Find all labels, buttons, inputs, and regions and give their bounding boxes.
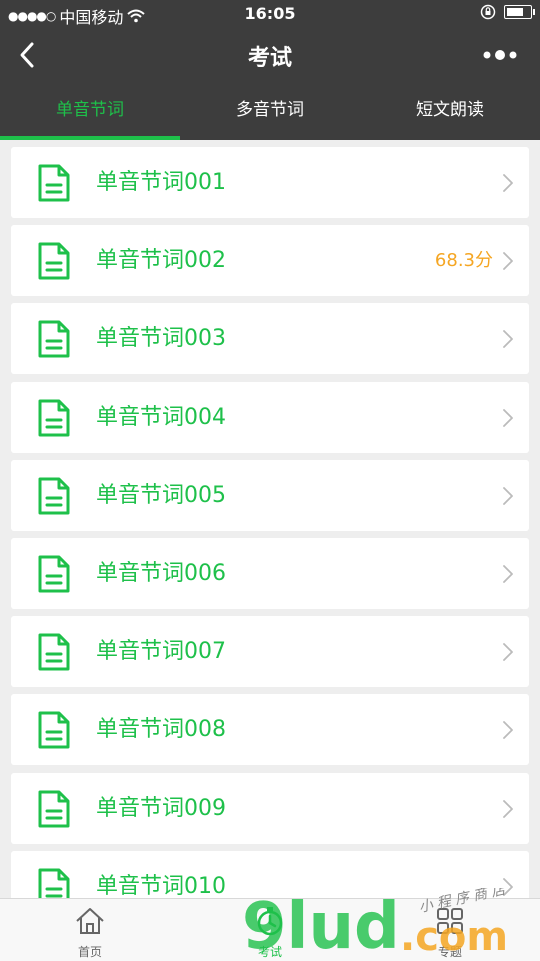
chevron-right-icon (503, 252, 513, 271)
item-title: 单音节词005 (96, 482, 226, 508)
list-item[interactable]: 单音节词004 (11, 381, 529, 453)
home-icon (76, 908, 104, 934)
item-score: 68.3分 (434, 250, 493, 272)
item-title: 单音节词001 (96, 170, 226, 195)
more-dots-icon[interactable] (480, 42, 520, 68)
item-title: 单音节词007 (96, 639, 226, 665)
battery-icon (504, 5, 535, 19)
document-icon (38, 868, 70, 898)
document-icon (38, 242, 70, 280)
chevron-right-icon (503, 565, 513, 583)
item-title: 单音节词003 (96, 326, 226, 352)
tabbar-topics[interactable]: 专题 (360, 899, 540, 961)
status-time: 16:05 (244, 4, 296, 23)
list-item[interactable]: 单音节词001 (11, 147, 529, 218)
list-item[interactable]: 单音节词007 (11, 616, 529, 688)
orientation-lock-icon (480, 4, 496, 20)
page-title: 考试 (247, 46, 292, 71)
list-item[interactable]: 单音节词010 (11, 850, 529, 898)
list-item[interactable]: 单音节词005 (11, 459, 529, 531)
chevron-left-icon[interactable] (14, 38, 44, 72)
tab-monosyllabic[interactable]: 单音节词 (0, 82, 180, 140)
item-title: 单音节词002 (96, 248, 226, 274)
tab-polysyllabic[interactable]: 多音节词 (180, 82, 360, 140)
category-tabs: 单音节词 多音节词 短文朗读 (0, 82, 540, 140)
grid-icon (437, 908, 463, 934)
tabbar-topics-label: 专题 (437, 945, 462, 959)
document-icon (38, 477, 70, 515)
bottom-tab-bar: 首页 考试 专题 (0, 898, 540, 961)
document-icon (38, 711, 70, 749)
item-title: 单音节词004 (96, 404, 226, 430)
tabbar-exam-label: 考试 (257, 945, 282, 959)
status-bar: ●●●●○ 中国移动 16:05 (0, 0, 540, 28)
chevron-right-icon (503, 408, 513, 427)
chevron-right-icon (503, 721, 513, 740)
item-title: 单音节词008 (96, 717, 226, 743)
chevron-right-icon (503, 877, 513, 896)
exam-list: 单音节词001 单音节词002 68.3分 单音节词003 单音节词004 单音节… (0, 140, 540, 898)
list-item[interactable]: 单音节词009 (11, 772, 529, 844)
list-item[interactable]: 单音节词002 68.3分 (11, 225, 529, 297)
list-item[interactable]: 单音节词008 (11, 694, 529, 766)
chevron-right-icon (503, 486, 513, 505)
document-icon (38, 790, 70, 828)
list-item[interactable]: 单音节词003 (11, 303, 529, 375)
document-icon (38, 320, 70, 358)
item-title: 单音节词010 (96, 873, 226, 898)
nav-bar: 考试 (0, 28, 540, 82)
list-item[interactable]: 单音节词006 (11, 538, 529, 609)
document-icon (38, 555, 70, 593)
item-title: 单音节词006 (96, 561, 226, 586)
chevron-right-icon (503, 174, 513, 192)
item-title: 单音节词009 (96, 795, 226, 821)
tabbar-home[interactable]: 首页 (0, 899, 180, 961)
chevron-right-icon (503, 799, 513, 818)
tab-passage-reading[interactable]: 短文朗读 (360, 82, 540, 140)
chevron-right-icon (503, 330, 513, 349)
tabbar-exam[interactable]: 考试 (180, 899, 360, 961)
chevron-right-icon (503, 643, 513, 662)
document-icon (38, 633, 70, 671)
document-icon (38, 399, 70, 437)
stopwatch-icon (257, 907, 283, 936)
tabbar-home-label: 首页 (77, 945, 102, 959)
document-icon (38, 164, 70, 202)
